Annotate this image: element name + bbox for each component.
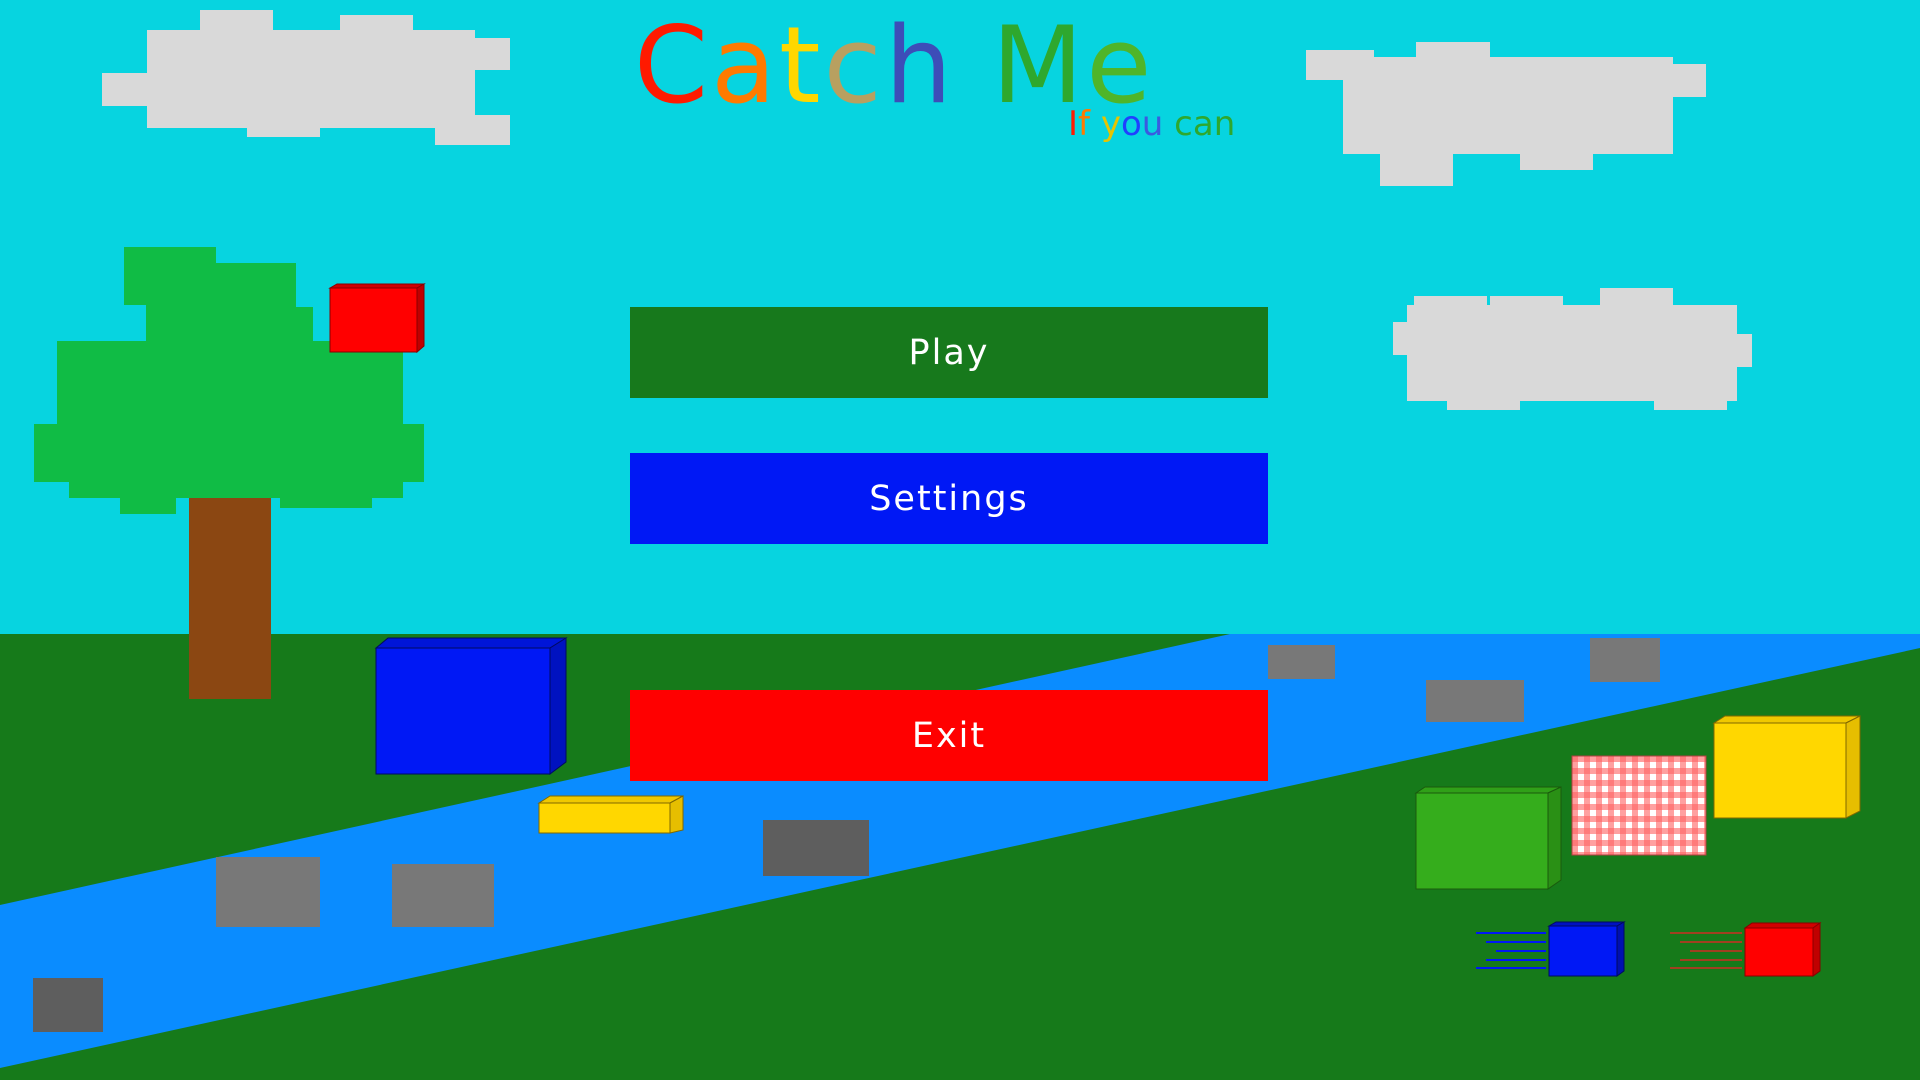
subtitle-letter [1090,104,1101,144]
stone [33,978,103,1032]
tree-trunk [189,496,271,699]
cloud-right-middle [1393,288,1752,410]
red-cube-on-tree [328,283,426,354]
subtitle-letter: y [1100,104,1121,144]
title-letter: C [634,4,712,127]
stone [216,857,320,927]
picnic-blanket [1571,755,1707,856]
yellow-cube [1712,715,1861,819]
subtitle-letter: n [1213,104,1236,144]
cloud-left [102,10,510,145]
subtitle-letter [1163,104,1174,144]
subtitle-letter: f [1078,104,1091,144]
title-letter: t [778,4,824,127]
subtitle-letter: c [1174,104,1193,144]
title-letter [955,4,992,127]
game-main-menu: Catch Me If you can Play Settings Exit [0,0,1920,1080]
stone [1426,680,1524,722]
subtitle-letter: u [1141,104,1164,144]
game-subtitle: If you can [1068,104,1235,145]
subtitle-letter: I [1068,104,1079,144]
yellow-platform [537,795,684,834]
exit-button[interactable]: Exit [630,690,1268,781]
subtitle-letter: a [1192,104,1214,144]
stone [763,820,869,876]
stone [1268,645,1335,679]
title-letter: c [823,4,885,127]
play-button[interactable]: Play [630,307,1268,398]
green-cube [1414,786,1562,890]
title-letter: h [884,4,956,127]
stone [1590,638,1660,682]
subtitle-letter: o [1120,104,1142,144]
stone [392,864,494,927]
settings-button[interactable]: Settings [630,453,1268,544]
blue-cube-player [374,637,568,775]
title-letter: a [711,4,779,127]
